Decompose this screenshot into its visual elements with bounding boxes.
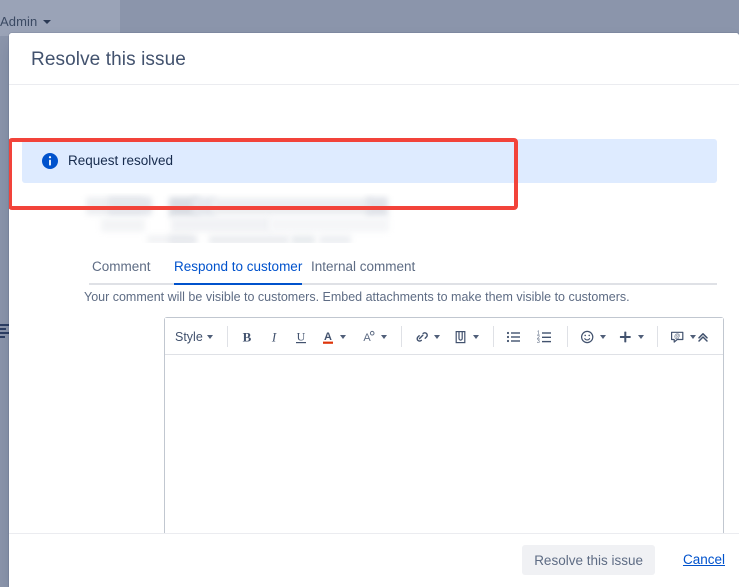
chevron-down-icon <box>381 334 387 339</box>
chevron-down-icon <box>638 334 644 339</box>
screen-root: Admin Resolve this issue Request resolve… <box>0 0 739 587</box>
toolbar-divider <box>657 326 658 347</box>
svg-text:A: A <box>324 331 332 343</box>
resolve-this-issue-button[interactable]: Resolve this issue <box>522 545 655 575</box>
tab-internal-comment[interactable]: Internal comment <box>311 255 415 285</box>
tab-respond-to-customer[interactable]: Respond to customer <box>174 255 303 285</box>
tab-comment[interactable]: Comment <box>92 255 151 285</box>
nav-admin-label[interactable]: Admin <box>0 14 37 29</box>
page-title: Resolve this issue <box>31 49 186 70</box>
bold-icon[interactable]: B <box>239 324 255 349</box>
list-lines-icon <box>0 322 9 344</box>
toolbar-divider <box>401 326 402 347</box>
modal-footer: Resolve this issue Cancel <box>9 533 739 587</box>
text-highlight-icon[interactable]: A <box>360 324 387 349</box>
chevron-down-icon <box>434 334 440 339</box>
comment-editor: Style B I U A A 1 2 3 @ <box>164 317 724 563</box>
plus-insert-icon[interactable] <box>617 324 644 349</box>
status-banner-text: Request resolved <box>68 153 174 168</box>
tab-hint-text: Your comment will be visible to customer… <box>84 290 630 304</box>
text-color-icon[interactable]: A <box>320 324 346 349</box>
italic-icon[interactable]: I <box>266 324 282 349</box>
svg-text:3: 3 <box>537 339 540 345</box>
attachment-icon[interactable] <box>452 324 479 349</box>
comment-tabs: Comment Respond to customer Internal com… <box>89 255 717 285</box>
collapse-chevron-up-icon[interactable] <box>695 324 711 349</box>
modal-body: Request resolved Comment Respond to cust… <box>9 85 739 563</box>
svg-text:U: U <box>297 329 306 343</box>
editor-toolbar: Style B I U A A 1 2 3 @ <box>165 318 723 355</box>
svg-text:I: I <box>271 329 277 344</box>
svg-text:B: B <box>243 329 252 344</box>
chevron-down-icon[interactable] <box>43 20 51 24</box>
link-icon[interactable] <box>413 324 440 349</box>
underline-icon[interactable]: U <box>293 324 309 349</box>
toolbar-divider <box>493 326 494 347</box>
resolve-issue-modal: Resolve this issue Request resolved Comm… <box>9 33 739 587</box>
style-dropdown[interactable]: Style <box>175 324 213 349</box>
chevron-down-icon <box>340 334 346 339</box>
emoji-icon[interactable] <box>579 324 606 349</box>
numbered-list-icon[interactable]: 1 2 3 <box>536 324 553 349</box>
redacted-content-block <box>79 193 414 243</box>
toolbar-divider <box>227 326 228 347</box>
chevron-down-icon <box>473 334 479 339</box>
svg-text:@: @ <box>674 334 680 340</box>
mention-bubble-icon[interactable]: @ <box>669 324 696 349</box>
bullet-list-icon[interactable] <box>505 324 522 349</box>
chevron-down-icon <box>206 334 213 339</box>
comment-textarea[interactable] <box>165 355 723 559</box>
status-banner: Request resolved <box>22 139 717 183</box>
modal-header: Resolve this issue <box>9 33 739 85</box>
cancel-button[interactable]: Cancel <box>683 552 725 567</box>
background-left-strip <box>0 36 9 587</box>
background-nav-bar: Admin <box>0 0 120 36</box>
info-circle-icon <box>42 153 58 169</box>
chevron-down-icon <box>600 334 606 339</box>
toolbar-divider <box>567 326 568 347</box>
